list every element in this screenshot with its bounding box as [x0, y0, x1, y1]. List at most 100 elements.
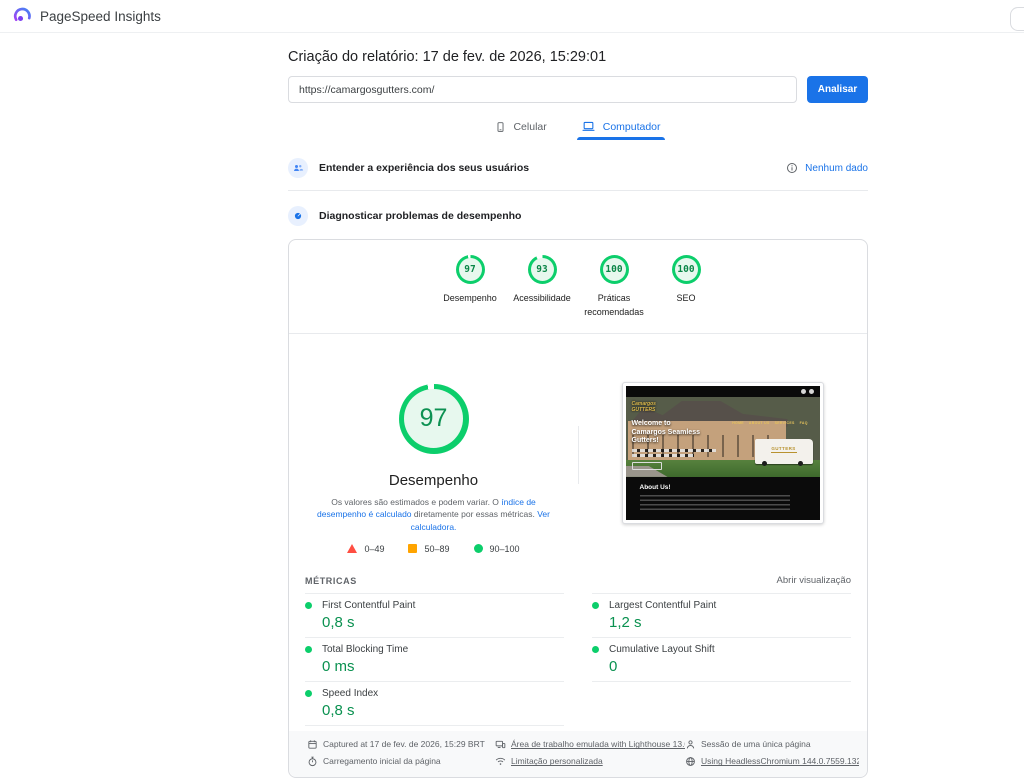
- green-dot-icon: [305, 601, 312, 609]
- score-accessibility-value: 93: [530, 258, 554, 281]
- score-best-practices-value: 100: [602, 258, 626, 281]
- metric-lcp-name: Largest Contentful Paint: [609, 599, 717, 611]
- screenshot-pane: Camargos GUTTERS HOME ABOUT US SERVICES FAQ…: [578, 334, 867, 572]
- metric-tbt: Total Blocking Time 0 ms: [305, 638, 564, 682]
- signal-icon: [495, 756, 506, 767]
- score-performance[interactable]: 97 Desempenho: [434, 255, 506, 320]
- page-screenshot-thumbnail[interactable]: Camargos GUTTERS HOME ABOUT US SERVICES FAQ…: [621, 381, 824, 524]
- website-cta-button: [631, 461, 662, 470]
- diagnose-section-label: Diagnosticar problemas de desempenho: [319, 210, 522, 222]
- website-hero: Camargos GUTTERS HOME ABOUT US SERVICES FAQ…: [625, 396, 820, 477]
- app-header: PageSpeed Insights: [0, 0, 1024, 33]
- metric-tbt-value: 0 ms: [322, 657, 355, 675]
- gutters-van: GUTTERS: [754, 438, 813, 466]
- metric-cls-value: 0: [609, 657, 618, 675]
- footer-initial-load: Carregamento inicial da página: [307, 756, 495, 767]
- app-title[interactable]: PageSpeed Insights: [40, 9, 161, 24]
- social-icon: [800, 388, 806, 394]
- footer-single-session: Sessão de uma única página: [685, 739, 859, 750]
- tab-desktop[interactable]: Computador: [576, 115, 665, 141]
- open-visualization-link[interactable]: Abrir visualização: [777, 575, 851, 586]
- url-input[interactable]: [288, 76, 797, 103]
- section-user-experience[interactable]: Entender a experiência dos seus usuários…: [288, 158, 868, 178]
- metric-fcp-value: 0,8 s: [322, 613, 355, 631]
- footer-browser[interactable]: Using HeadlessChromium 144.0.7559.132 wi…: [685, 756, 859, 767]
- card-footer: Captured at 17 de fev. de 2026, 15:29 BR…: [289, 730, 867, 777]
- score-best-practices[interactable]: 100 Práticas recomendadas: [578, 255, 650, 320]
- gauge-disclaimer: Os valores são estimados e podem variar.…: [311, 496, 557, 533]
- category-scores: 97 Desempenho 93 Acessibilidade 100 Prát…: [289, 240, 867, 333]
- metric-lcp-value: 1,2 s: [609, 613, 642, 631]
- score-accessibility-label: Acessibilidade: [513, 293, 571, 303]
- legend-pass: 90–100: [473, 543, 520, 554]
- devices-icon: [495, 739, 506, 750]
- green-dot-icon: [305, 645, 312, 653]
- score-seo-value: 100: [674, 258, 698, 281]
- experience-section-label: Entender a experiência dos seus usuários: [319, 162, 530, 174]
- metrics-grid: First Contentful Paint 0,8 s Total Block…: [289, 592, 867, 726]
- analyze-button[interactable]: Analisar: [807, 76, 868, 103]
- pagespeed-logo-icon[interactable]: [13, 7, 32, 26]
- performance-gauge-label: Desempenho: [388, 471, 479, 489]
- phone-icon: [495, 120, 506, 134]
- footer-captured: Captured at 17 de fev. de 2026, 15:29 BR…: [307, 739, 495, 750]
- metric-empty-cell: [592, 682, 851, 726]
- footer-throttling[interactable]: Limitação personalizada: [495, 756, 685, 767]
- section-diagnose[interactable]: Diagnosticar problemas de desempenho: [288, 206, 868, 226]
- metric-cls-name: Cumulative Layout Shift: [609, 643, 715, 655]
- about-heading: About Us!: [639, 483, 671, 491]
- vertical-divider: [578, 425, 579, 484]
- disclaimer-text: Os valores são estimados e podem variar.…: [331, 496, 502, 507]
- legend-average-range: 50–89: [424, 543, 450, 554]
- no-data-link[interactable]: Nenhum dado: [786, 162, 868, 174]
- disclaimer-text: diretamente por essas métricas.: [411, 509, 538, 520]
- legend-fail-range: 0–49: [364, 543, 385, 554]
- users-icon: [288, 158, 308, 178]
- van-decoration: [770, 451, 797, 454]
- gauge-section: 97 Desempenho Os valores são estimados e…: [289, 334, 867, 572]
- metrics-heading: MÉTRICAS: [305, 575, 357, 586]
- nav-faq: FAQ: [799, 420, 808, 425]
- green-dot-icon: [305, 689, 312, 697]
- nav-services: SERVICES: [774, 420, 795, 425]
- legend-average: 50–89: [408, 543, 450, 554]
- website-text-lines: [631, 448, 716, 459]
- stopwatch-icon: [307, 756, 318, 767]
- edge-cutoff-button[interactable]: [1010, 7, 1024, 31]
- device-tabs: Celular Computador: [288, 115, 868, 141]
- no-data-label: Nenhum dado: [805, 162, 868, 174]
- metric-si-name: Speed Index: [322, 687, 379, 699]
- laptop-icon: [581, 120, 596, 133]
- score-accessibility[interactable]: 93 Acessibilidade: [506, 255, 578, 320]
- tab-mobile[interactable]: Celular: [491, 115, 550, 141]
- website-headline: Welcome to Camargos Seamless Gutters!: [631, 419, 700, 445]
- performance-gauge[interactable]: 97: [398, 383, 469, 454]
- score-best-practices-label: Práticas recomendadas: [584, 293, 644, 317]
- globe-icon: [685, 756, 696, 767]
- page-title: Criação do relatório: 17 de fev. de 2026…: [288, 49, 607, 65]
- calendar-icon: [307, 739, 318, 750]
- green-dot-icon: [592, 601, 599, 609]
- score-seo-label: SEO: [676, 293, 696, 303]
- metric-si: Speed Index 0,8 s: [305, 682, 564, 726]
- score-legend: 0–49 50–89 90–100: [347, 543, 520, 554]
- metric-fcp: First Contentful Paint 0,8 s: [305, 592, 564, 638]
- score-seo[interactable]: 100 SEO: [650, 255, 722, 320]
- metric-cls: Cumulative Layout Shift 0: [592, 638, 851, 682]
- website-topbar: [625, 385, 820, 397]
- legend-pass-range: 90–100: [489, 543, 520, 554]
- about-text-lines: [639, 494, 790, 512]
- social-icon: [808, 388, 814, 394]
- section-divider: [288, 190, 868, 191]
- green-dot-icon: [592, 645, 599, 653]
- nav-about: ABOUT US: [748, 420, 770, 425]
- metric-lcp: Largest Contentful Paint 1,2 s: [592, 592, 851, 638]
- metric-fcp-name: First Contentful Paint: [322, 599, 416, 611]
- van-label: GUTTERS: [771, 445, 796, 451]
- footer-emulated-desktop[interactable]: Área de trabalho emulada with Lighthouse…: [495, 739, 685, 750]
- nav-home: HOME: [732, 420, 744, 425]
- speedometer-icon: [288, 206, 308, 226]
- url-row: Analisar: [288, 76, 868, 103]
- info-icon: [786, 162, 798, 174]
- van-wheel: [761, 460, 767, 466]
